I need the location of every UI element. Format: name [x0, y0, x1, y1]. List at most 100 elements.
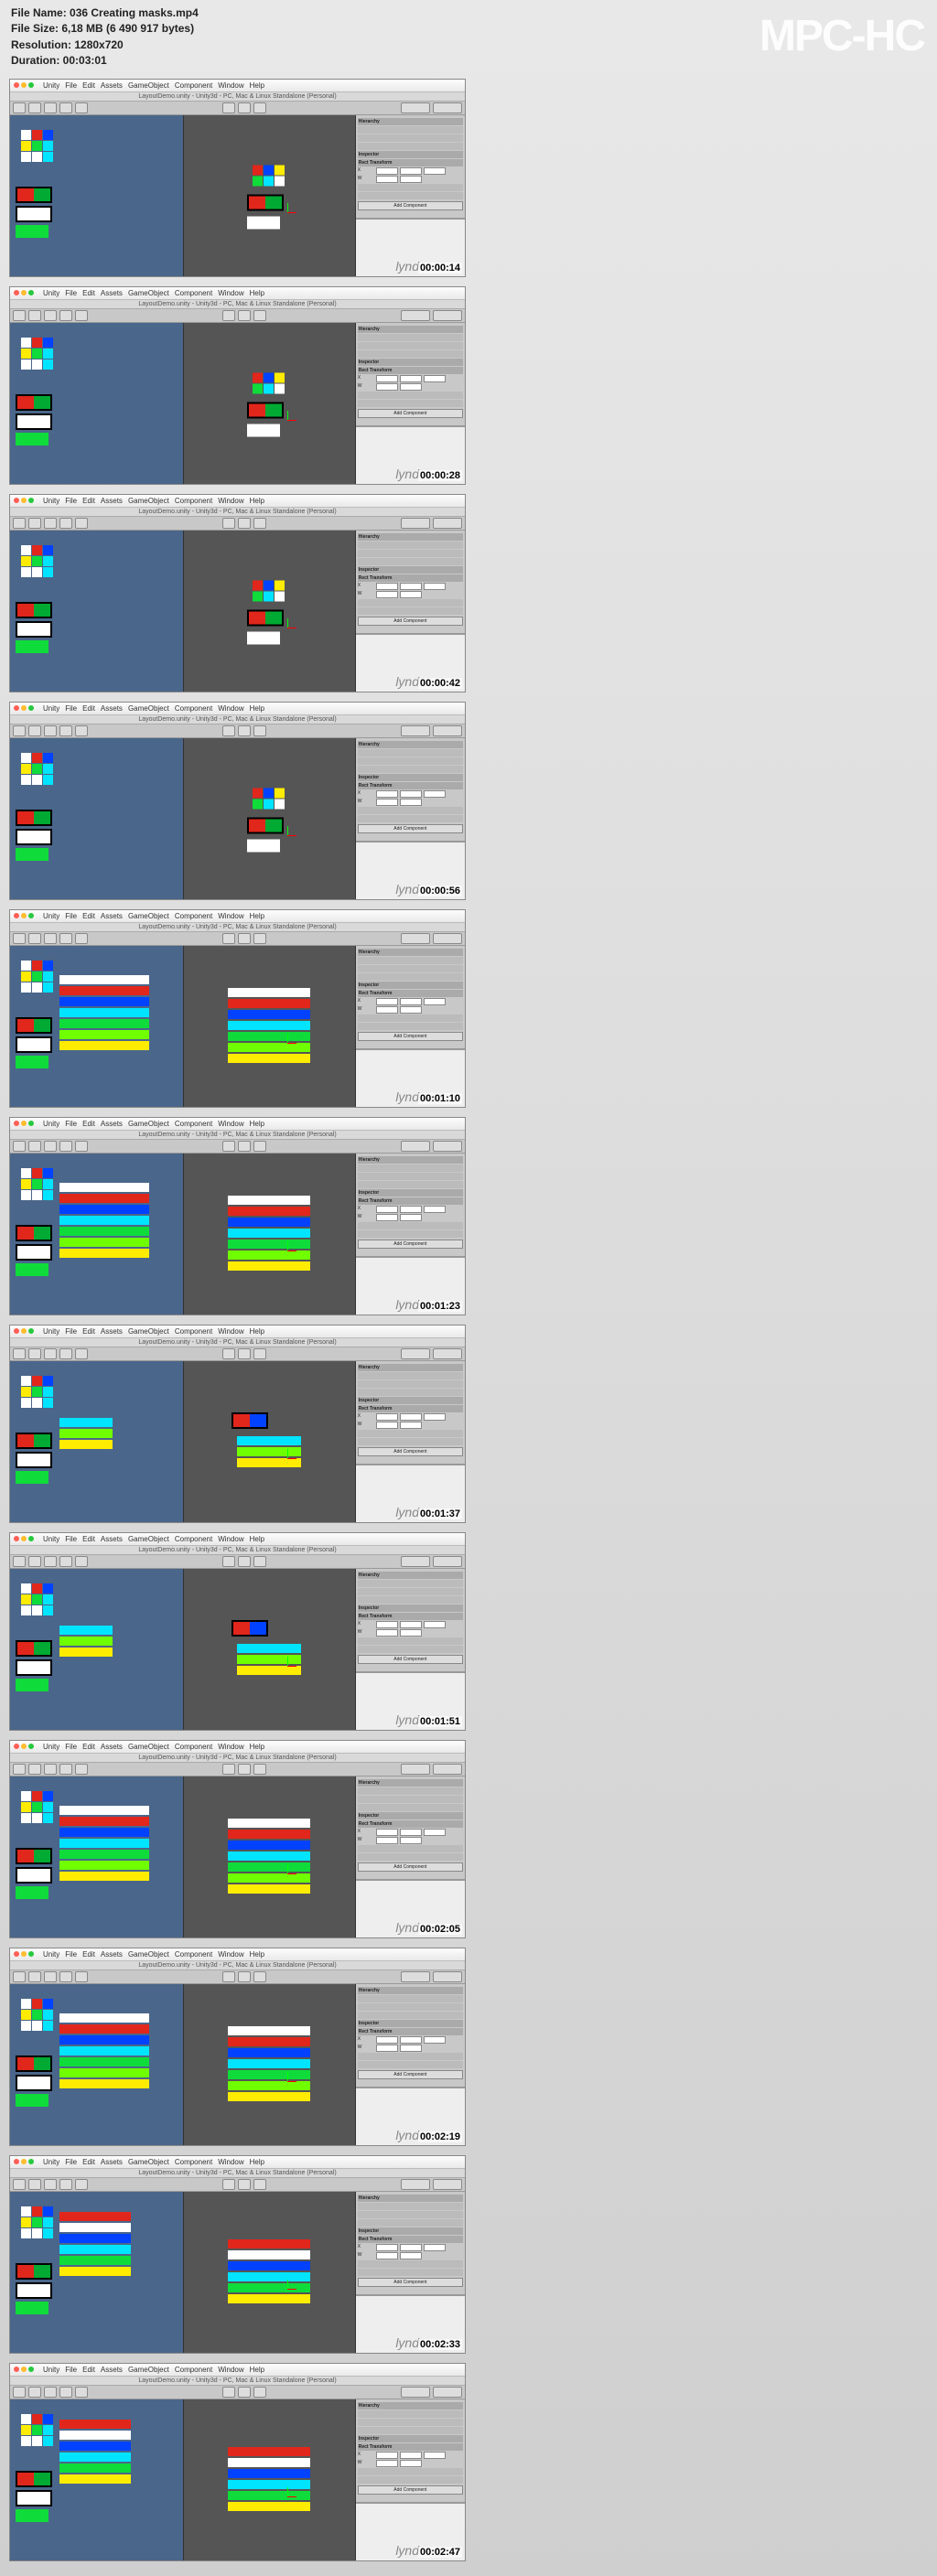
menu-item[interactable]: Help [250, 2366, 264, 2374]
hierarchy-item[interactable] [358, 973, 463, 981]
move-tool-button[interactable] [28, 1348, 41, 1359]
menu-item[interactable]: Help [250, 1950, 264, 1959]
width-input[interactable] [376, 2252, 398, 2259]
menu-item[interactable]: Component [175, 1120, 212, 1128]
add-component-button[interactable]: Add Component [358, 824, 463, 833]
scale-tool-button[interactable] [59, 2179, 72, 2190]
move-tool-button[interactable] [28, 725, 41, 736]
add-component-button[interactable]: Add Component [358, 1862, 463, 1872]
menu-item[interactable]: Assets [101, 1120, 123, 1128]
menu-item[interactable]: Unity [43, 2366, 59, 2374]
height-input[interactable] [400, 2045, 422, 2052]
move-tool-button[interactable] [28, 310, 41, 321]
hierarchy-item[interactable] [358, 334, 463, 341]
game-view[interactable] [10, 1361, 183, 1522]
game-view[interactable] [10, 2192, 183, 2353]
menu-item[interactable]: Component [175, 2366, 212, 2374]
menu-item[interactable]: Help [250, 81, 264, 90]
menu-item[interactable]: Component [175, 497, 212, 505]
scale-tool-button[interactable] [59, 725, 72, 736]
move-tool-button[interactable] [28, 2387, 41, 2398]
add-component-button[interactable]: Add Component [358, 409, 463, 418]
rect-tool-button[interactable] [75, 310, 88, 321]
video-thumbnail[interactable]: UnityFileEditAssetsGameObjectComponentWi… [9, 1117, 466, 1315]
minimize-icon[interactable] [21, 1328, 27, 1334]
scale-tool-button[interactable] [59, 310, 72, 321]
hierarchy-item[interactable] [358, 2211, 463, 2218]
hierarchy-item[interactable] [358, 2427, 463, 2434]
maximize-icon[interactable] [28, 290, 34, 295]
rect-tool-button[interactable] [75, 1971, 88, 1982]
layers-dropdown[interactable] [401, 2387, 430, 2398]
pause-button[interactable] [238, 725, 251, 736]
rotate-tool-button[interactable] [44, 1764, 57, 1775]
rect-tool-button[interactable] [75, 1764, 88, 1775]
menu-item[interactable]: File [65, 1950, 77, 1959]
pos-x-input[interactable] [376, 1413, 398, 1421]
menu-item[interactable]: File [65, 497, 77, 505]
hierarchy-item[interactable] [358, 1380, 463, 1388]
scene-view[interactable] [183, 946, 356, 1107]
move-tool-button[interactable] [28, 1764, 41, 1775]
close-icon[interactable] [14, 1121, 19, 1126]
hand-tool-button[interactable] [13, 1348, 26, 1359]
menu-item[interactable]: File [65, 704, 77, 713]
height-input[interactable] [400, 799, 422, 806]
menu-item[interactable]: Component [175, 1950, 212, 1959]
rect-tool-button[interactable] [75, 725, 88, 736]
hierarchy-item[interactable] [358, 757, 463, 765]
menu-item[interactable]: File [65, 1327, 77, 1336]
hierarchy-item[interactable] [358, 558, 463, 565]
hand-tool-button[interactable] [13, 725, 26, 736]
minimize-icon[interactable] [21, 1951, 27, 1957]
menu-item[interactable]: Unity [43, 912, 59, 920]
pos-z-input[interactable] [424, 2244, 446, 2251]
hierarchy-item[interactable] [358, 1372, 463, 1379]
height-input[interactable] [400, 2460, 422, 2467]
component-row[interactable] [358, 2468, 463, 2475]
close-icon[interactable] [14, 1744, 19, 1749]
hand-tool-button[interactable] [13, 1556, 26, 1567]
maximize-icon[interactable] [28, 1328, 34, 1334]
pos-x-input[interactable] [376, 2036, 398, 2044]
menu-item[interactable]: Assets [101, 2158, 123, 2166]
minimize-icon[interactable] [21, 1121, 27, 1126]
hand-tool-button[interactable] [13, 102, 26, 113]
close-icon[interactable] [14, 2159, 19, 2164]
layers-dropdown[interactable] [401, 1348, 430, 1359]
hierarchy-item[interactable] [358, 550, 463, 557]
menu-item[interactable]: Component [175, 1743, 212, 1751]
scene-view[interactable] [183, 2192, 356, 2353]
width-input[interactable] [376, 1422, 398, 1429]
rect-tool-button[interactable] [75, 933, 88, 944]
close-icon[interactable] [14, 1951, 19, 1957]
hierarchy-item[interactable] [358, 1588, 463, 1595]
layout-dropdown[interactable] [433, 1556, 462, 1567]
add-component-button[interactable]: Add Component [358, 201, 463, 210]
game-view[interactable] [10, 946, 183, 1107]
pos-x-input[interactable] [376, 1206, 398, 1213]
menu-item[interactable]: Window [218, 1120, 243, 1128]
component-row[interactable] [358, 2260, 463, 2268]
rotate-tool-button[interactable] [44, 102, 57, 113]
layout-dropdown[interactable] [433, 1141, 462, 1152]
layers-dropdown[interactable] [401, 1764, 430, 1775]
step-button[interactable] [253, 1141, 266, 1152]
menu-item[interactable]: GameObject [128, 497, 169, 505]
scale-tool-button[interactable] [59, 933, 72, 944]
menu-item[interactable]: Window [218, 1327, 243, 1336]
move-tool-button[interactable] [28, 518, 41, 529]
close-icon[interactable] [14, 290, 19, 295]
pos-x-input[interactable] [376, 2452, 398, 2459]
component-row[interactable] [358, 1222, 463, 1229]
pos-y-input[interactable] [400, 2036, 422, 2044]
minimize-icon[interactable] [21, 82, 27, 88]
scene-view[interactable] [183, 1361, 356, 1522]
close-icon[interactable] [14, 82, 19, 88]
pause-button[interactable] [238, 2179, 251, 2190]
layers-dropdown[interactable] [401, 518, 430, 529]
add-component-button[interactable]: Add Component [358, 2485, 463, 2495]
rotate-tool-button[interactable] [44, 725, 57, 736]
menu-item[interactable]: Assets [101, 1743, 123, 1751]
scene-view[interactable] [183, 115, 356, 276]
